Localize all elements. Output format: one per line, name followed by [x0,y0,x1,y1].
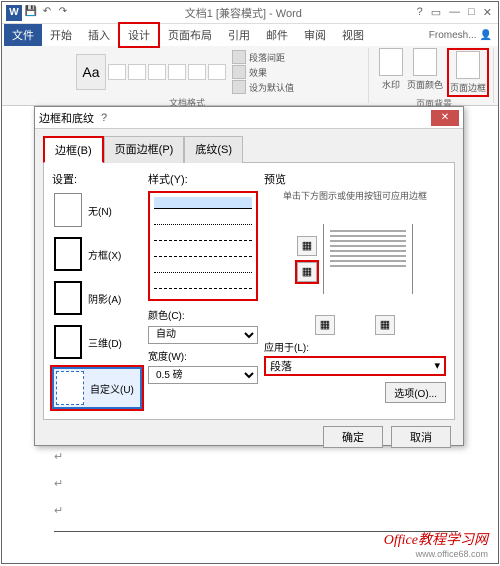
setting-box[interactable]: 方框(X) [52,235,142,273]
themes-icon[interactable]: Aa [76,54,106,90]
border-bottom-btn[interactable]: ▦ [297,262,317,282]
watermark-icon [379,48,403,76]
save-icon[interactable]: 💾 [24,5,38,19]
style-thumb[interactable] [108,64,126,80]
tab-references[interactable]: 引用 [220,24,258,46]
style-thumb[interactable] [208,64,226,80]
apply-to-select[interactable]: 段落▾ [264,356,446,376]
help-icon[interactable]: ? [417,6,423,19]
tab-home[interactable]: 开始 [42,24,80,46]
setting-custom[interactable]: 自定义(U) [52,367,142,409]
undo-icon[interactable]: ↶ [40,5,54,19]
ribbon-toggle-icon[interactable]: ▭ [431,6,441,19]
borders-shading-dialog: 边框和底纹 ? ✕ 边框(B) 页面边框(P) 底纹(S) 设置: 无(N) 方… [34,106,464,446]
apply-label: 应用于(L): [264,339,446,354]
doc-title: 文档1 [兼容模式] - Word [70,5,417,21]
tab-page-border[interactable]: 页面边框(P) [104,136,185,163]
border-top-btn[interactable]: ▦ [297,236,317,256]
preview-label: 预览 [264,171,446,187]
tab-mailings[interactable]: 邮件 [258,24,296,46]
tab-layout[interactable]: 页面布局 [160,24,220,46]
preview-page[interactable] [323,224,413,294]
paragraph-mark: ↵ [54,477,458,490]
page-color-icon [413,48,437,76]
ok-button[interactable]: 确定 [323,426,383,448]
dialog-help-icon[interactable]: ? [94,112,114,124]
tab-design[interactable]: 设计 [118,22,160,48]
document-area: ↵ ↵ ↵ [54,450,458,532]
options-button[interactable]: 选项(O)... [385,382,446,403]
spacing-icon [232,50,246,64]
user-label[interactable]: Fromesh... 👤 [429,30,498,41]
paragraph-mark: ↵ [54,504,458,517]
dialog-close-icon[interactable]: ✕ [431,110,459,126]
style-thumb[interactable] [128,64,146,80]
tab-view[interactable]: 视图 [334,24,372,46]
style-thumb[interactable] [188,64,206,80]
minimize-icon[interactable]: — [449,6,460,19]
tab-review[interactable]: 审阅 [296,24,334,46]
settings-label: 设置: [52,171,142,187]
width-select[interactable]: 0.5 磅 [148,366,258,384]
setting-shadow[interactable]: 阴影(A) [52,279,142,317]
cancel-button[interactable]: 取消 [391,426,451,448]
style-thumb[interactable] [148,64,166,80]
tab-file[interactable]: 文件 [4,24,42,46]
ribbon-tabs: 文件 开始 插入 设计 页面布局 引用 邮件 审阅 视图 Fromesh... … [2,24,498,46]
setting-3d[interactable]: 三维(D) [52,323,142,361]
default-icon [232,80,246,94]
color-label: 颜色(C): [148,307,258,322]
ribbon-body: Aa 段落间距 效果 设为默认值 文档格式 水印 [2,46,498,106]
word-icon: W [6,5,22,21]
chevron-down-icon: ▾ [434,359,440,372]
watermark-button[interactable]: 水印 [379,48,403,91]
redo-icon[interactable]: ↷ [56,5,70,19]
style-thumb[interactable] [168,64,186,80]
effects-icon [232,65,246,79]
dialog-title: 边框和底纹 [39,110,94,126]
user-icon: 👤 [480,30,492,41]
width-label: 宽度(W): [148,348,258,363]
border-left-btn[interactable]: ▦ [315,315,335,335]
titlebar: W 💾 ↶ ↷ 文档1 [兼容模式] - Word ? ▭ — □ ✕ [2,2,498,24]
tab-shading[interactable]: 底纹(S) [184,136,243,163]
color-select[interactable]: 自动 [148,326,258,344]
close-icon[interactable]: ✕ [483,6,492,19]
tab-insert[interactable]: 插入 [80,24,118,46]
setting-none[interactable]: 无(N) [52,191,142,229]
style-listbox[interactable] [148,191,258,301]
page-borders-icon [456,51,480,79]
maximize-icon[interactable]: □ [468,6,475,19]
watermark-footer: Office教程学习网 www.office68.com [384,529,488,559]
tab-borders[interactable]: 边框(B) [43,136,104,163]
style-label: 样式(Y): [148,171,258,187]
preview-hint: 单击下方图示或使用按钮可应用边框 [264,191,446,203]
page-borders-button[interactable]: 页面边框 [447,48,489,97]
page-color-button[interactable]: 页面颜色 [407,48,443,91]
border-right-btn[interactable]: ▦ [375,315,395,335]
